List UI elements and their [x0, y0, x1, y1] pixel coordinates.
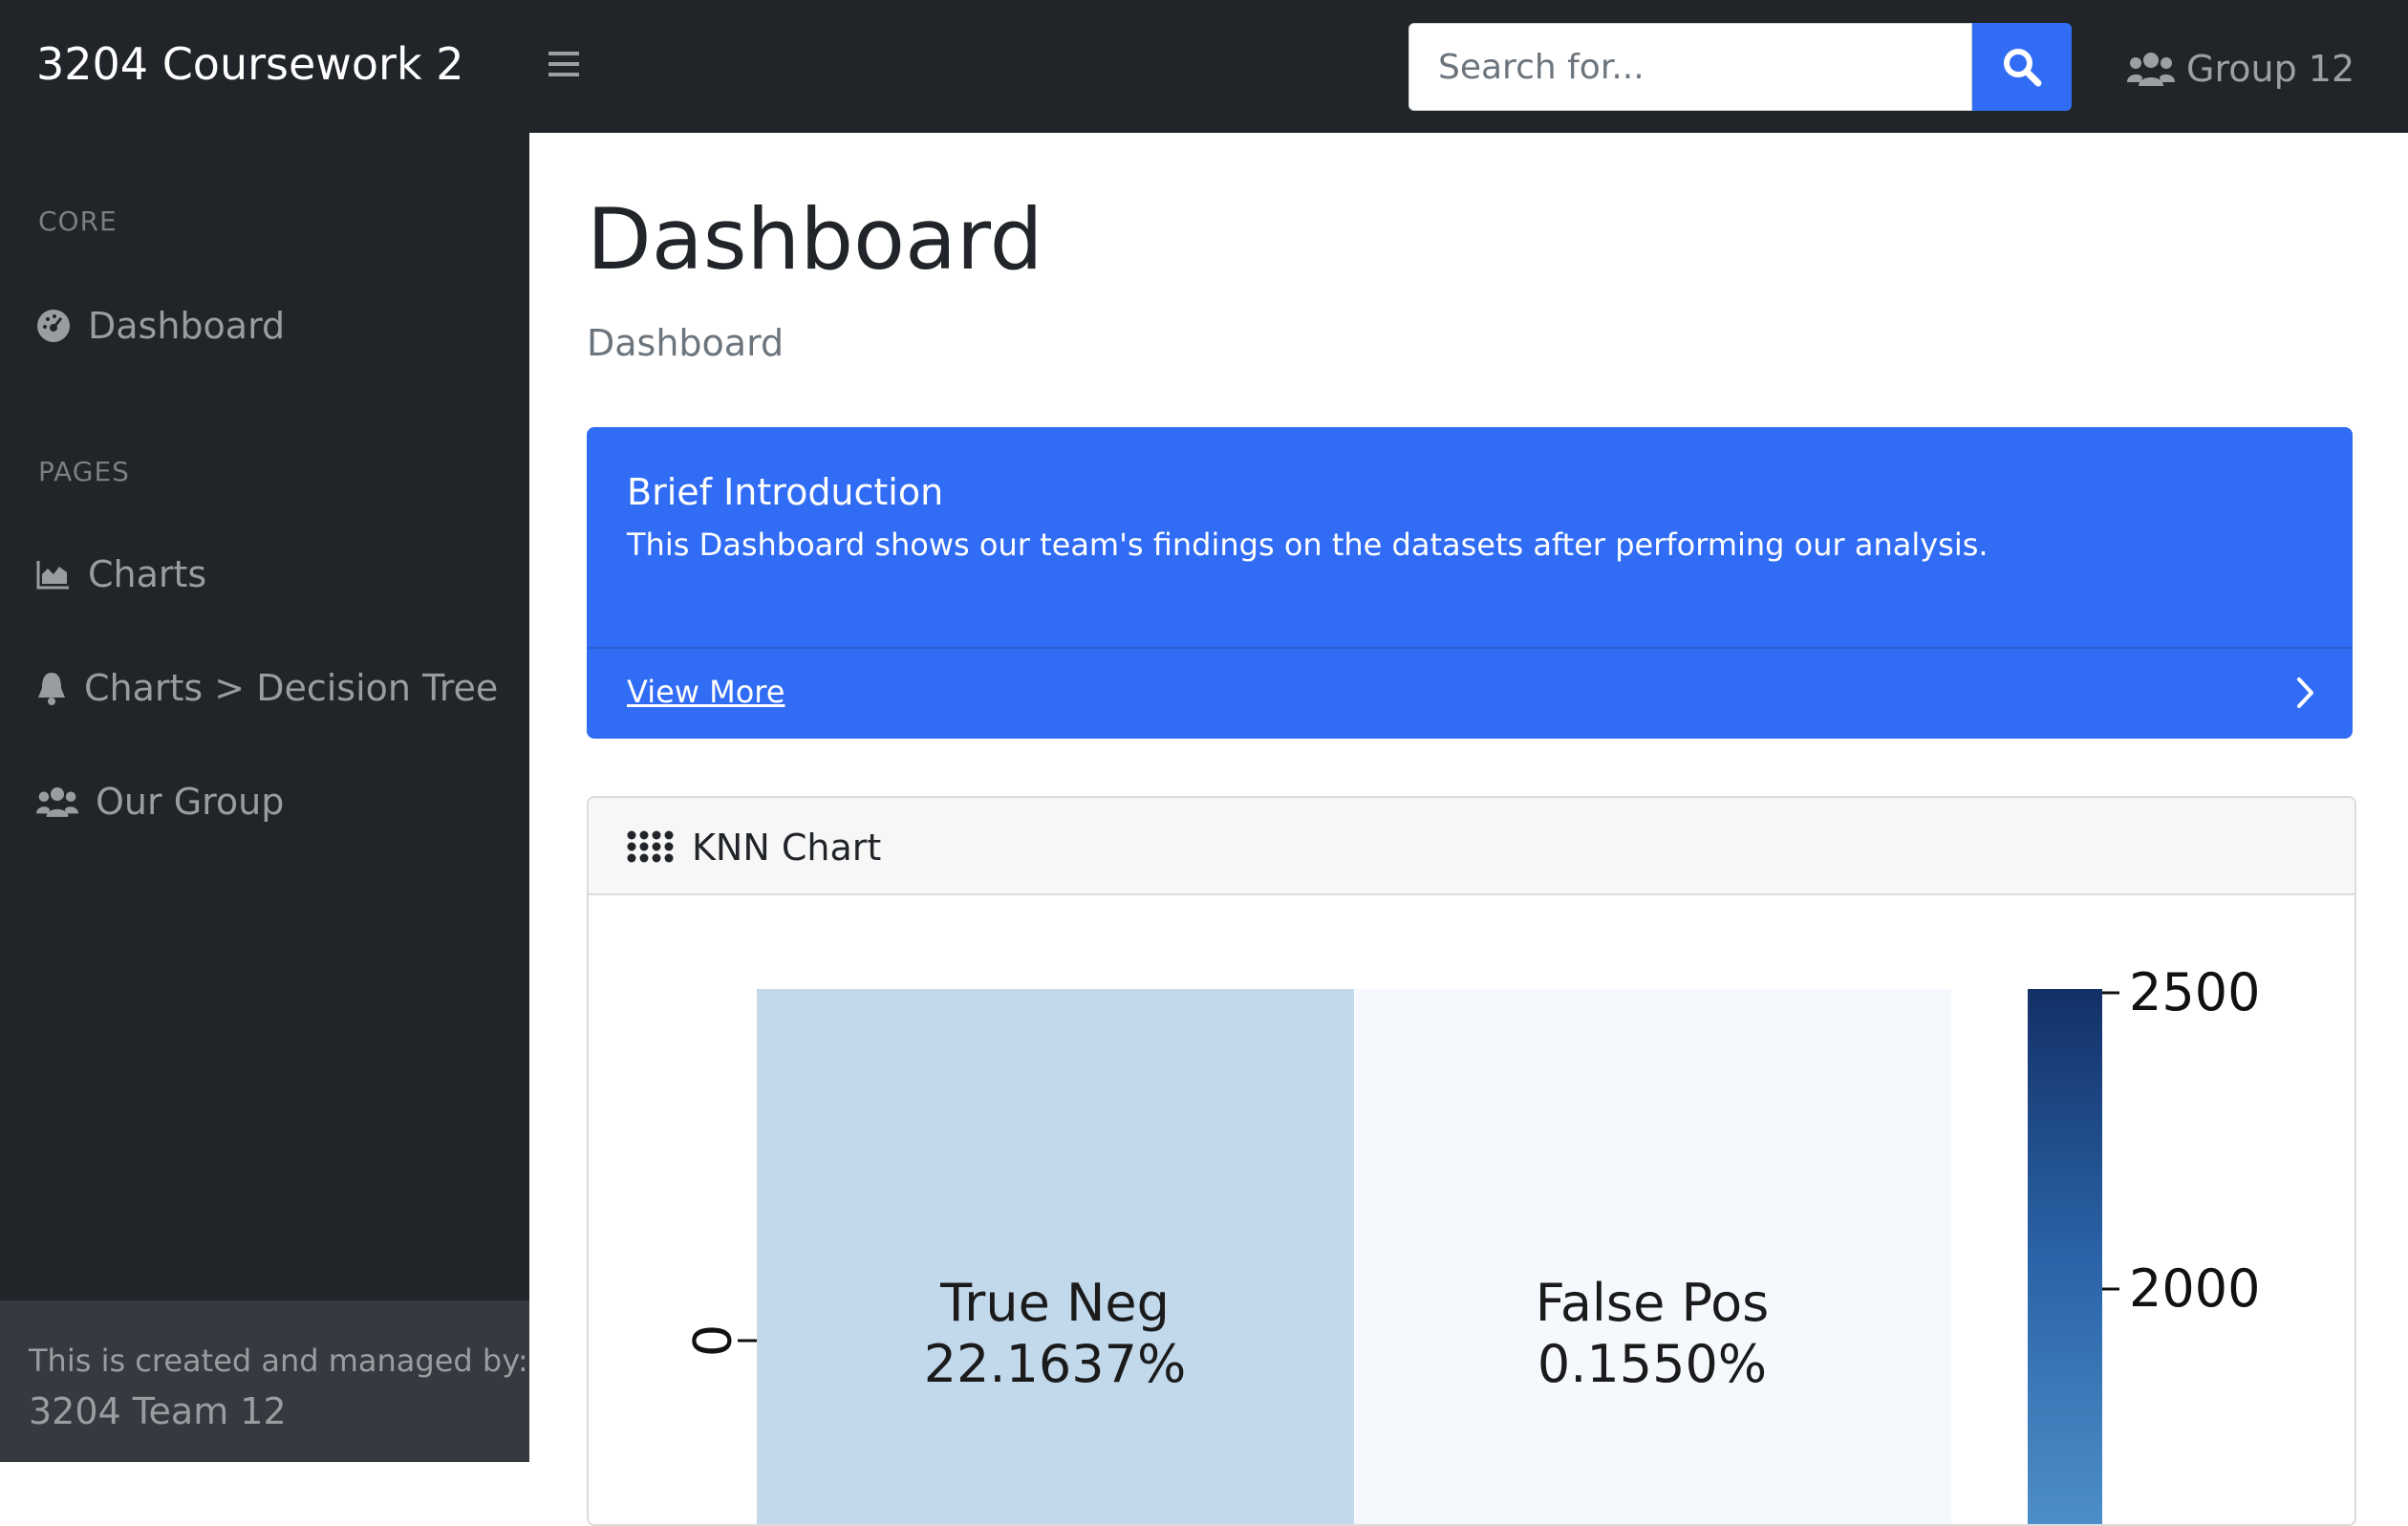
colorbar — [2028, 989, 2102, 1524]
view-more-link[interactable]: View More — [627, 674, 785, 710]
knn-confusion-heatmap: True Neg 22.1637% False Pos 0.1550% 0 25… — [683, 962, 2260, 1524]
grid-icon — [627, 830, 674, 863]
colorbar-tick-label: 2000 — [2129, 1258, 2260, 1319]
search-button[interactable] — [1972, 23, 2072, 111]
search-form — [1408, 23, 2072, 111]
chevron-right-icon[interactable] — [2295, 676, 2316, 710]
search-input[interactable] — [1408, 23, 1972, 111]
users-icon — [2127, 53, 2175, 86]
sidebar-item-label: Dashboard — [88, 305, 286, 347]
cell-label-false-pos-percent: 0.1550% — [1537, 1334, 1767, 1394]
cell-label-false-pos-name: False Pos — [1536, 1273, 1770, 1333]
colorbar-tick-label: 2500 — [2129, 962, 2260, 1022]
y-tick-label: 0 — [683, 1324, 743, 1357]
sidebar-item-label: Our Group — [96, 781, 285, 823]
intro-card: Brief Introduction This Dashboard shows … — [587, 427, 2353, 739]
user-dropdown[interactable]: Group 12 — [2127, 42, 2354, 96]
intro-card-footer: View More — [587, 647, 2353, 739]
main-content: Dashboard Dashboard Brief Introduction T… — [529, 133, 2408, 1526]
top-navbar: 3204 Coursework 2 Group 12 — [0, 0, 2408, 133]
sidebar-toggle-button[interactable] — [543, 44, 585, 86]
cell-label-true-neg-percent: 22.1637% — [924, 1334, 1187, 1394]
heatmap-cell-true-neg — [757, 989, 1354, 1524]
tachometer-icon — [37, 310, 70, 342]
search-icon — [2004, 49, 2042, 87]
sidebar-item-label: Charts — [88, 553, 207, 595]
sidebar-item-our-group[interactable]: Our Group — [36, 773, 284, 830]
sidebar-item-dashboard[interactable]: Dashboard — [36, 297, 285, 355]
users-icon — [36, 787, 78, 817]
sidebar-item-decision-tree[interactable]: Charts > Decision Tree — [36, 659, 498, 717]
sidebar-heading-pages: PAGES — [38, 456, 130, 487]
intro-card-text: This Dashboard shows our team's findings… — [627, 527, 1989, 563]
page-title: Dashboard — [587, 190, 1043, 289]
hamburger-icon — [548, 52, 579, 76]
bell-icon — [38, 673, 65, 705]
sidebar-item-charts[interactable]: Charts — [36, 546, 206, 603]
knn-chart-card: KNN Chart True Neg 22.1637% False Pos 0.… — [587, 796, 2356, 1526]
area-chart-icon — [36, 561, 69, 590]
brand-link[interactable]: 3204 Coursework 2 — [36, 38, 464, 90]
sidebar-footer: This is created and managed by: 3204 Tea… — [0, 1300, 529, 1462]
knn-card-title: KNN Chart — [692, 827, 882, 869]
breadcrumb: Dashboard — [587, 322, 785, 364]
footer-team-name: 3204 Team 12 — [29, 1390, 287, 1432]
sidebar-item-label: Charts > Decision Tree — [84, 667, 499, 709]
heatmap-cell-false-pos — [1354, 989, 1951, 1524]
knn-card-header: KNN Chart — [589, 798, 2354, 895]
intro-card-title: Brief Introduction — [627, 471, 944, 513]
user-menu-label: Group 12 — [2186, 48, 2355, 90]
sidebar: CORE Dashboard PAGES Charts Charts > Dec… — [0, 133, 529, 1462]
footer-caption: This is created and managed by: — [29, 1343, 528, 1379]
sidebar-heading-core: CORE — [38, 205, 118, 237]
cell-label-true-neg-name: True Neg — [939, 1273, 1170, 1333]
